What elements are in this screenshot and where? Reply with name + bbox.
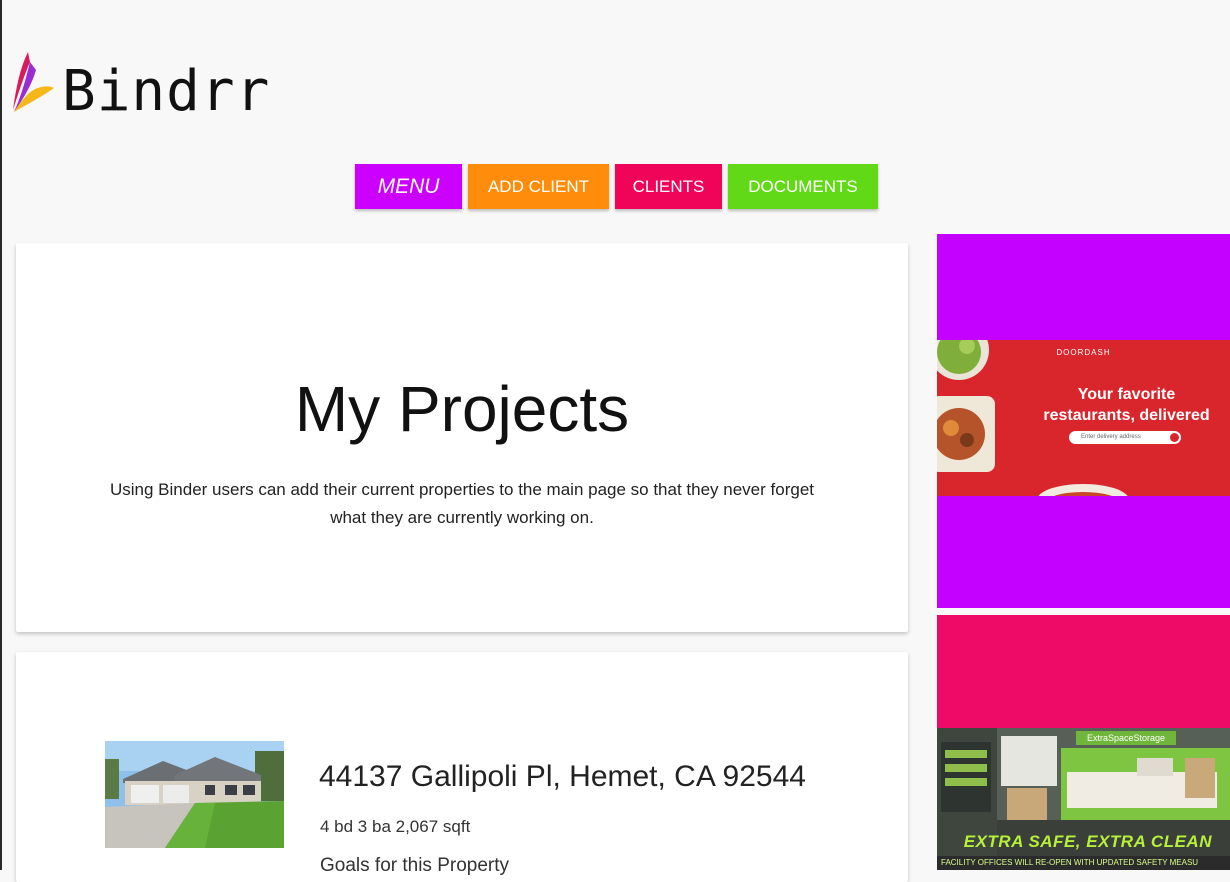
add-client-button[interactable]: ADD CLIENT (468, 164, 609, 209)
brand-name: Bindrr (62, 59, 271, 124)
property-address[interactable]: 44137 Gallipoli Pl, Hemet, CA 92544 (319, 762, 806, 792)
brand-logo[interactable]: Bindrr (10, 48, 270, 120)
ad-extra-space[interactable]: ExtraSpaceStorage EXTRA SAFE, EXTRA CLEA… (937, 615, 1230, 870)
property-goals-label: Goals for this Property (320, 855, 510, 876)
bird-logo-icon (13, 52, 54, 112)
property-photo[interactable] (105, 741, 284, 848)
documents-button[interactable]: DOCUMENTS (728, 164, 878, 209)
extra-space-subline: FACILITY OFFICES WILL RE-OPEN WITH UPDAT… (937, 856, 1230, 870)
window-edge (0, 0, 2, 870)
extra-space-tagline: EXTRA SAFE, EXTRA CLEAN (963, 832, 1212, 851)
projects-intro-card: My Projects Using Binder users can add t… (16, 243, 908, 632)
project-card[interactable]: 44137 Gallipoli Pl, Hemet, CA 92544 4 bd… (16, 652, 908, 882)
menu-button[interactable]: MENU (355, 164, 462, 209)
doordash-search-button[interactable] (1170, 433, 1179, 442)
clients-button[interactable]: CLIENTS (615, 164, 722, 209)
doordash-banner[interactable]: DOORDASH Your favorite restaurants, deli… (937, 340, 1230, 496)
doordash-address-input[interactable]: Enter delivery address (1069, 431, 1181, 444)
page-description: Using Binder users can add their current… (109, 480, 814, 527)
main-nav: MENU ADD CLIENT CLIENTS DOCUMENTS (355, 164, 878, 209)
doordash-headline: Your favorite restaurants, delivered (1043, 386, 1210, 424)
doordash-search-placeholder: Enter delivery address (1081, 434, 1141, 440)
property-specs: 4 bd 3 ba 2,067 sqft (320, 817, 471, 836)
extra-space-sign: ExtraSpaceStorage (1076, 731, 1176, 745)
doordash-brand: DOORDASH (1056, 348, 1111, 357)
ad-doordash[interactable]: DOORDASH Your favorite restaurants, deli… (937, 234, 1230, 608)
house-image (105, 741, 284, 848)
page-title: My Projects (294, 373, 630, 445)
extra-space-banner[interactable]: ExtraSpaceStorage EXTRA SAFE, EXTRA CLEA… (937, 728, 1230, 870)
